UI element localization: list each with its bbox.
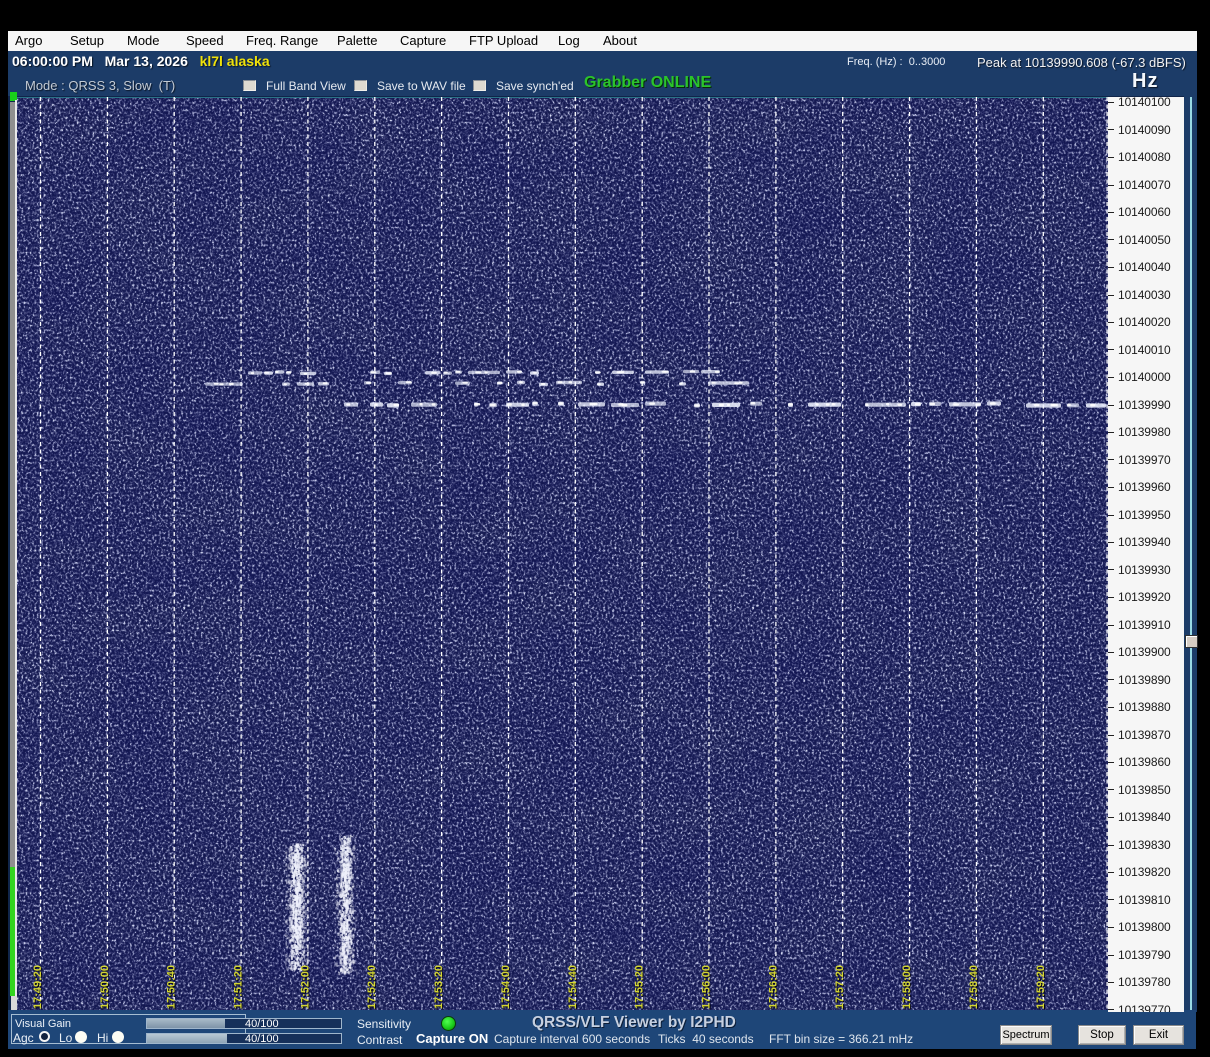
svg-text:17:50:40: 17:50:40 bbox=[166, 965, 178, 1009]
svg-text:17:56:40: 17:56:40 bbox=[767, 965, 779, 1009]
svg-text:17:54:00: 17:54:00 bbox=[500, 965, 512, 1009]
svg-text:17:56:00: 17:56:00 bbox=[701, 965, 713, 1009]
svg-text:17:58:00: 17:58:00 bbox=[901, 965, 913, 1009]
svg-text:17:54:40: 17:54:40 bbox=[567, 965, 579, 1009]
svg-text:17:49:20: 17:49:20 bbox=[32, 965, 44, 1009]
svg-text:17:58:40: 17:58:40 bbox=[968, 965, 980, 1009]
svg-text:17:53:20: 17:53:20 bbox=[433, 965, 445, 1009]
svg-text:17:52:40: 17:52:40 bbox=[366, 965, 378, 1009]
svg-text:17:50:00: 17:50:00 bbox=[99, 965, 111, 1009]
svg-text:17:52:00: 17:52:00 bbox=[299, 965, 311, 1009]
svg-text:17:57:20: 17:57:20 bbox=[834, 965, 846, 1009]
svg-text:17:51:20: 17:51:20 bbox=[233, 965, 245, 1009]
svg-text:17:59:20: 17:59:20 bbox=[1035, 965, 1047, 1009]
svg-text:17:55:20: 17:55:20 bbox=[634, 965, 646, 1009]
